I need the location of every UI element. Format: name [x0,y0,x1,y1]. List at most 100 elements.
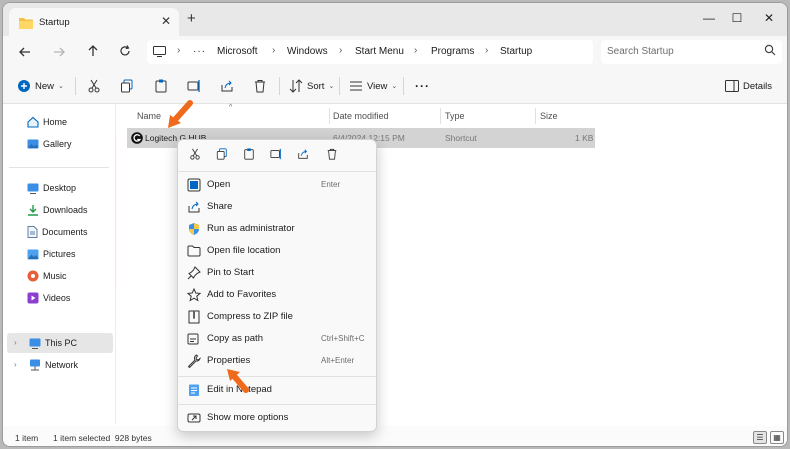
delete-button[interactable] [323,148,341,166]
chevron-right-icon: › [14,360,17,369]
sidebar-item-network[interactable]: › Network [7,355,113,375]
sidebar-item-documents[interactable]: Documents 📌 [27,222,133,242]
breadcrumb-startup[interactable]: Startup [500,46,532,57]
column-header-name[interactable]: Name [137,111,161,121]
sidebar-item-videos[interactable]: Videos 📌 [27,288,133,308]
address-bar[interactable]: › ··· Microsoft › Windows › Start Menu ›… [147,40,593,64]
back-arrow-icon [19,47,30,57]
menu-item-add-to-favorites[interactable]: Add to Favorites [184,284,372,306]
sidebar-item-label: Network [45,360,79,370]
share-button[interactable] [220,77,234,95]
minimize-button[interactable]: — [699,9,719,27]
title-bar: Startup ✕ + — ☐ ✕ [3,3,787,36]
cut-icon [190,148,200,160]
paste-button[interactable] [154,77,168,95]
breadcrumb-windows[interactable]: Windows [287,46,328,57]
menu-item-label: Open file location [207,245,281,256]
menu-item-shortcut: Alt+Enter [321,356,355,365]
menu-item-copy-as-path[interactable]: Copy as path Ctrl+Shift+C [184,328,372,350]
toolbar-divider [339,77,340,95]
tab-close-button[interactable]: ✕ [159,14,173,28]
delete-icon [255,80,265,93]
rename-button[interactable] [187,77,201,95]
cut-button[interactable] [87,77,101,95]
menu-item-label: Compress to ZIP file [207,311,293,322]
share-button[interactable] [294,148,312,166]
sort-button[interactable]: Sort ⌄ [289,77,334,95]
delete-button[interactable] [253,77,267,95]
view-label: View [367,80,388,92]
new-tab-button[interactable]: + [187,11,196,27]
share-icon [298,149,308,159]
sidebar-item-label: Music [43,271,67,281]
home-icon [27,116,39,128]
open-icon [187,178,201,192]
view-icon [350,81,362,91]
rename-button[interactable] [267,148,285,166]
breadcrumb-overflow[interactable]: ··· [193,46,206,57]
search-input[interactable]: Search Startup [607,46,674,57]
back-button[interactable] [15,42,35,62]
sidebar-item-label: Documents [42,227,88,237]
menu-item-pin-to-start[interactable]: Pin to Start [184,262,372,284]
pictures-icon [27,249,39,259]
tiles-view-button[interactable]: ▦ [770,431,784,444]
menu-item-open-file-location[interactable]: Open file location [184,240,372,262]
shield-icon [189,223,199,235]
see-more-button[interactable]: ··· [415,77,430,95]
menu-item-share[interactable]: Share [184,196,372,218]
menu-item-open[interactable]: Open Enter [184,174,372,196]
maximize-button[interactable]: ☐ [727,9,747,27]
selection-info: 1 item selected 928 bytes [53,433,152,443]
column-header-size[interactable]: Size [540,111,558,121]
sidebar-item-music[interactable]: Music 📌 [27,266,133,286]
up-button[interactable] [83,42,103,62]
breadcrumb-start-menu[interactable]: Start Menu [355,46,404,57]
column-divider[interactable] [535,108,536,124]
menu-item-label: Open [207,179,231,190]
sidebar-item-home[interactable]: Home [27,112,67,132]
search-box[interactable]: Search Startup [601,40,782,64]
sidebar-item-label: Desktop [43,183,77,193]
chevron-right-icon: › [485,45,489,56]
menu-item-label: Add to Favorites [207,289,277,300]
column-header-type[interactable]: Type [445,111,465,121]
sidebar-item-downloads[interactable]: Downloads 📌 [27,200,133,220]
forward-arrow-icon [54,47,65,57]
cut-button[interactable] [186,148,204,166]
close-window-button[interactable]: ✕ [759,9,779,27]
refresh-button[interactable] [115,42,135,62]
toolbar-divider [279,77,280,95]
breadcrumb-microsoft[interactable]: Microsoft [217,46,258,57]
sidebar-item-desktop[interactable]: Desktop 📌 [27,178,133,198]
column-divider[interactable] [440,108,441,124]
view-button[interactable]: View ⌄ [349,77,397,95]
details-button[interactable]: Details [725,77,772,95]
address-row: › ··· Microsoft › Windows › Start Menu ›… [3,36,787,68]
tab-startup[interactable]: Startup ✕ [9,8,179,36]
paste-button[interactable] [240,148,258,166]
forward-button[interactable] [49,42,69,62]
menu-item-show-more-options[interactable]: Show more options [184,407,372,429]
details-view-button[interactable]: ☰ [753,431,767,444]
copy-button[interactable] [120,77,134,95]
search-icon [764,44,776,56]
menu-divider [178,171,376,172]
copy-button[interactable] [213,148,231,166]
menu-item-properties[interactable]: Properties Alt+Enter [184,350,372,372]
folder-icon [19,18,33,29]
sidebar-item-this-pc[interactable]: › This PC [7,333,113,353]
column-divider[interactable] [329,108,330,124]
menu-item-run-as-administrator[interactable]: Run as administrator [184,218,372,240]
breadcrumb-programs[interactable]: Programs [431,46,474,57]
chevron-right-icon: › [272,45,276,56]
menu-item-edit-in-notepad[interactable]: Edit in Notepad [184,379,372,401]
sort-ascending-icon: ^ [229,104,233,111]
share-icon [221,80,233,92]
file-size: 1 KB [575,133,594,143]
menu-item-compress-to-zip[interactable]: Compress to ZIP file [184,306,372,328]
new-button[interactable]: New ⌄ [17,77,64,95]
sidebar-item-pictures[interactable]: Pictures 📌 [27,244,133,264]
sidebar-item-gallery[interactable]: Gallery [27,134,72,154]
column-header-date[interactable]: Date modified [333,111,389,121]
